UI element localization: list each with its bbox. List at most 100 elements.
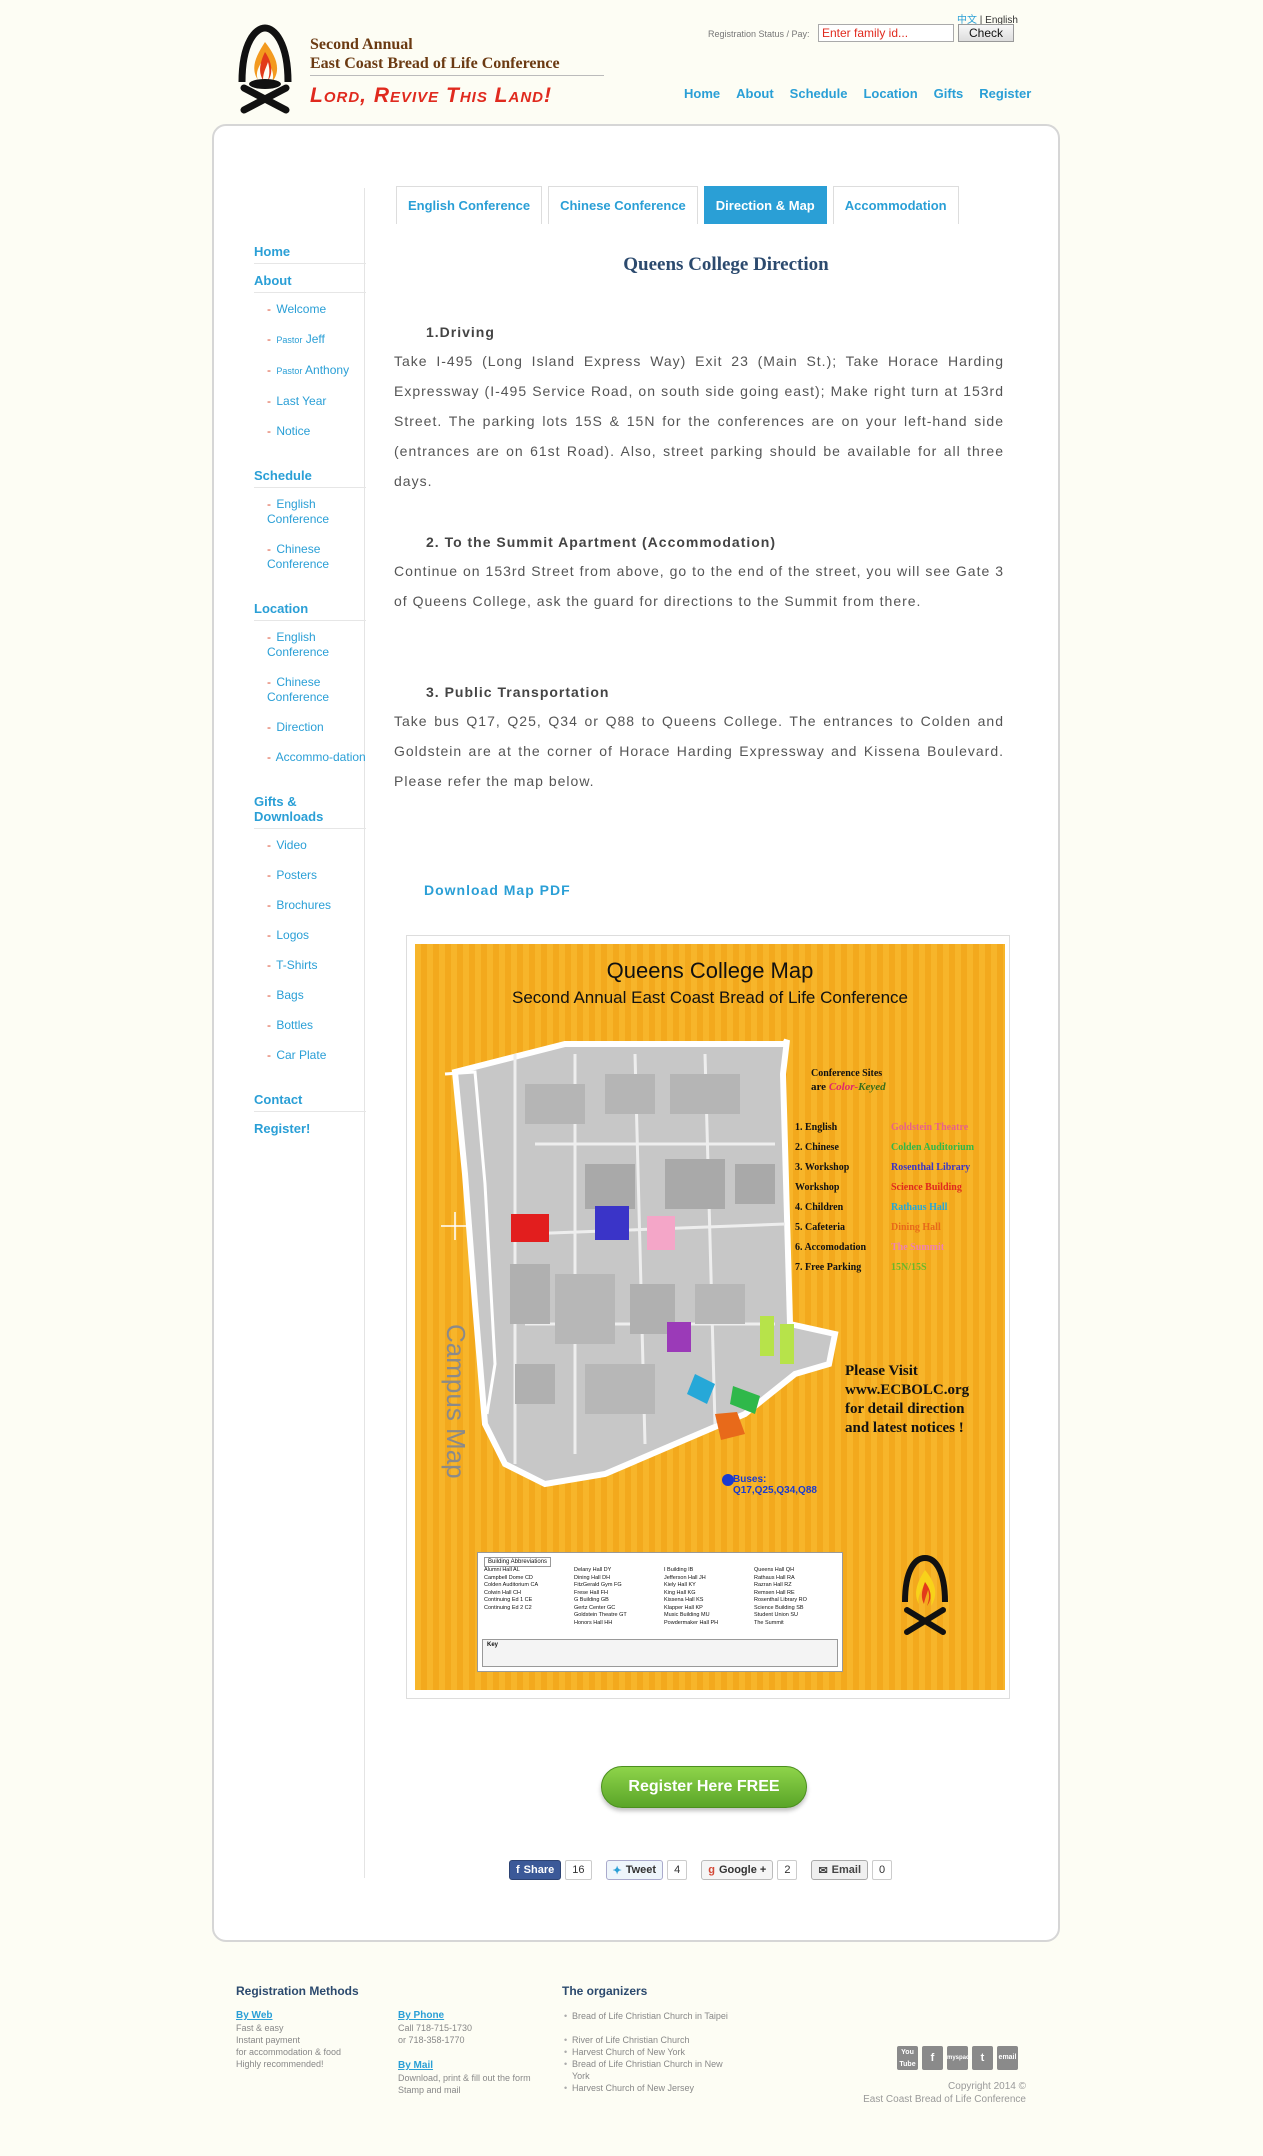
sidebar-item-direction[interactable]: - Direction [254,720,366,735]
sidebar-item-t-shirts[interactable]: - T-Shirts [254,958,366,973]
sidebar-item-label: Video [276,838,307,852]
sidebar-item-welcome[interactable]: - Welcome [254,302,366,317]
nav-schedule[interactable]: Schedule [790,86,848,101]
conference-title-line-2: East Coast Bread of Life Conference [310,55,560,72]
map-key-bar: Key [482,1639,838,1667]
sidebar-item-notice[interactable]: - Notice [254,424,366,439]
tweet-button[interactable]: ✦ Tweet [605,1860,664,1880]
abbrev-entry: Dining Hall DH [574,1574,611,1581]
share-label: Share [523,1864,555,1876]
register-free-button[interactable]: Register Here FREE [601,1766,807,1808]
sidebar-item-logos[interactable]: - Logos [254,928,366,943]
nav-location[interactable]: Location [863,86,917,101]
tab-accommodation[interactable]: Accommodation [832,186,959,224]
compass-icon [441,1212,469,1240]
tab-direction-map[interactable]: Direction & Map [703,186,827,224]
legend-row-value: 15N/15S [891,1262,927,1273]
share-label: Email [831,1864,862,1876]
email-share-button[interactable]: ✉ Email [811,1860,869,1880]
sidebar-item-last-year[interactable]: - Last Year [254,394,366,409]
campus-map-image[interactable]: Queens College Map Second Annual East Co… [415,944,1005,1690]
abbrev-entry: Campbell Dome CD [484,1574,533,1581]
sidebar-item-label: Direction [276,720,324,734]
conference-logo-icon[interactable] [236,22,294,114]
sidebar-item-label: Chinese Conference [267,542,330,571]
share-label: Google + [718,1864,767,1876]
legend-row-label: 3. Workshop [795,1162,850,1173]
sidebar-item-brochures[interactable]: - Brochures [254,898,366,913]
facebook-share-button[interactable]: f Share [509,1860,562,1880]
site-footer: Registration Methods By Web Fast & easy … [0,1960,1263,2156]
nav-home[interactable]: Home [684,86,720,101]
sidebar-item-schedule-chinese[interactable]: - Chinese Conference [254,542,366,572]
legend-row-english: 1. English Goldstein Theatre [795,1122,968,1133]
site-header: Second Annual East Coast Bread of Life C… [0,0,1263,120]
registration-status-label: Registration Status / Pay: [708,29,810,39]
sidebar-item-video[interactable]: - Video [254,838,366,853]
abbrev-entry: Science Building SB [754,1604,804,1611]
sidebar-item-location-chinese[interactable]: - Chinese Conference [254,675,366,705]
by-mail-text: Download, print & fill out the form Stam… [398,2072,531,2096]
legend-row-label: 7. Free Parking [795,1262,862,1273]
abbrev-entry: Jefferson Hall JH [664,1574,706,1581]
sidebar-item-bags[interactable]: - Bags [254,988,366,1003]
download-map-pdf-link[interactable]: Download Map PDF [424,882,571,898]
check-button[interactable]: Check [958,24,1014,42]
family-id-input[interactable] [818,24,954,42]
abbrev-entry: Powdermaker Hall PH [664,1619,719,1626]
by-phone-link[interactable]: By Phone [398,2010,444,2021]
social-icons: You Tube f myspace t email [897,2046,1018,2070]
sidebar-item-pastor-jeff[interactable]: - Pastor Jeff [254,332,366,348]
map-frame: Queens College Map Second Annual East Co… [406,935,1010,1699]
sidebar-item-bottles[interactable]: - Bottles [254,1018,366,1033]
sidebar-register[interactable]: Register! [254,1121,366,1140]
sidebar-item-label: Accommo-dation [275,750,366,764]
legend-row-chinese: 2. Chinese Colden Auditorium [795,1142,974,1153]
by-mail-link[interactable]: By Mail [398,2060,433,2071]
nav-gifts[interactable]: Gifts [934,86,964,101]
nav-about[interactable]: About [736,86,774,101]
nav-register[interactable]: Register [979,86,1031,101]
parking-15s-marker [780,1324,794,1364]
legend-row-value: Rathaus Hall [891,1202,948,1213]
sidebar-home[interactable]: Home [254,244,366,264]
sidebar-about[interactable]: About [254,273,366,293]
map-title: Queens College Map [606,958,814,983]
map-logo-icon [902,1554,948,1635]
email-icon: ✉ [818,1864,828,1877]
myspace-icon[interactable]: myspace [947,2046,973,2070]
google-plus-button[interactable]: g Google + [701,1860,774,1880]
sidebar-schedule[interactable]: Schedule [254,468,366,488]
sidebar-item-label: English Conference [267,630,330,659]
footer-text-line: Stamp and mail [398,2085,461,2095]
tab-english-conference[interactable]: English Conference [396,186,543,224]
sidebar-item-car-plate[interactable]: - Car Plate [254,1048,366,1063]
sidebar-gifts[interactable]: Gifts & Downloads [254,794,366,829]
legend-row-value: The Summit [891,1242,945,1253]
sidebar-item-posters[interactable]: - Posters [254,868,366,883]
section-body-driving: Take I-495 (Long Island Express Way) Exi… [394,353,1004,489]
twitter-icon[interactable]: t [972,2046,993,2070]
sidebar-item-location-english[interactable]: - English Conference [254,630,366,660]
google-plus-icon: g [708,1864,715,1876]
email-icon[interactable]: email [997,2046,1018,2070]
visit-line: www.ECBOLC.org [845,1382,970,1398]
legend-color-part: Color- [828,1081,859,1093]
sidebar-location[interactable]: Location [254,601,366,621]
map-legend-title: Conference Sites [811,1068,883,1079]
sidebar-item-label: Car Plate [276,1048,327,1062]
by-web-link[interactable]: By Web [236,2010,273,2021]
sidebar-item-accommodation[interactable]: - Accommo-dation [254,750,366,765]
sidebar-item-pastor-anthony[interactable]: - Pastor Anthony [254,363,366,379]
sidebar-contact[interactable]: Contact [254,1092,366,1112]
abbrev-entry: Rosenthal Library RO [754,1597,807,1603]
facebook-share-count: 16 [565,1860,592,1880]
tab-chinese-conference[interactable]: Chinese Conference [548,186,698,224]
youtube-icon[interactable]: You Tube [897,2046,918,2070]
abbrev-entry: I Building IB [664,1567,694,1573]
facebook-icon[interactable]: f [922,2046,943,2070]
abbrev-entry: Kiely Hall KY [664,1582,696,1588]
sidebar-item-schedule-english[interactable]: - English Conference [254,497,366,527]
